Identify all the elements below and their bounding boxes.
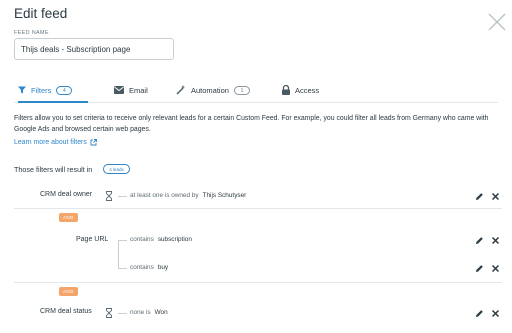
filter-condition: at least one is owned by Thijs Schutyser: [130, 192, 246, 199]
and-connector-badge: AND: [59, 213, 78, 222]
filter-condition: none is Won: [130, 309, 168, 316]
tab-automation[interactable]: Automation 1: [176, 78, 250, 102]
envelope-icon: [114, 86, 124, 94]
condition-operator: at least one is owned by: [130, 192, 199, 199]
condition-operator: none is: [130, 309, 151, 316]
remove-x-icon[interactable]: [491, 236, 500, 245]
filter-icon: [18, 86, 26, 94]
tab-bar: Filters 4 Email Automation 1 Access: [14, 78, 498, 103]
tab-access-label: Access: [295, 85, 320, 95]
condition-operator: contains: [130, 264, 154, 271]
learn-more-link[interactable]: Learn more about filters: [14, 139, 97, 146]
remove-x-icon[interactable]: [491, 264, 500, 273]
filter-label-crm-deal-owner: CRM deal owner: [40, 191, 93, 198]
tab-filters[interactable]: Filters 4: [18, 78, 88, 103]
tab-email[interactable]: Email: [114, 78, 148, 102]
and-connector-badge: AND: [59, 287, 78, 296]
tab-access[interactable]: Access: [282, 78, 319, 102]
condition-value: Thijs Schutyser: [202, 192, 247, 199]
hourglass-icon: [106, 308, 112, 318]
tab-filters-label: Filters: [31, 85, 52, 95]
condition-value: Won: [154, 309, 168, 316]
edit-pencil-icon[interactable]: [475, 309, 484, 318]
tab-automation-count: 1: [233, 85, 250, 95]
condition-connector: [118, 313, 127, 314]
tab-filters-count: 4: [56, 85, 73, 95]
condition-value: buy: [157, 264, 169, 271]
external-link-icon: [90, 139, 97, 146]
filters-description: Filters allow you to set criteria to rec…: [14, 115, 489, 133]
filter-label-page-url: Page URL: [76, 236, 109, 243]
tab-automation-label: Automation: [191, 85, 229, 95]
learn-more-label: Learn more about filters: [14, 139, 87, 146]
condition-connector: [118, 196, 127, 197]
filter-condition: contains buy: [130, 264, 168, 271]
remove-x-icon[interactable]: [491, 309, 500, 318]
tab-email-label: Email: [129, 85, 148, 95]
results-label: Those filters will result in: [14, 164, 93, 174]
magic-wand-icon: [176, 85, 186, 95]
condition-operator: contains: [130, 236, 154, 243]
condition-value: subscription: [157, 236, 192, 243]
condition-connector: [118, 240, 127, 241]
feed-name-label: FEED NAME: [14, 30, 49, 36]
filter-label-crm-deal-status: CRM deal status: [40, 308, 92, 315]
hourglass-icon: [106, 191, 112, 201]
feed-name-input[interactable]: [14, 38, 174, 60]
close-icon[interactable]: [486, 11, 508, 33]
page-title: Edit feed: [14, 6, 68, 21]
edit-pencil-icon[interactable]: [475, 192, 484, 201]
results-summary: Those filters will result in 4 leads: [14, 164, 130, 174]
remove-x-icon[interactable]: [491, 192, 500, 201]
lock-icon: [282, 85, 290, 95]
filter-condition: contains subscription: [130, 236, 192, 243]
condition-connector: [118, 268, 127, 269]
divider: [14, 208, 502, 209]
divider: [14, 282, 502, 283]
edit-pencil-icon[interactable]: [475, 236, 484, 245]
leads-count-badge: 4 leads: [103, 164, 130, 174]
condition-group-connector: [118, 240, 119, 268]
edit-pencil-icon[interactable]: [475, 264, 484, 273]
